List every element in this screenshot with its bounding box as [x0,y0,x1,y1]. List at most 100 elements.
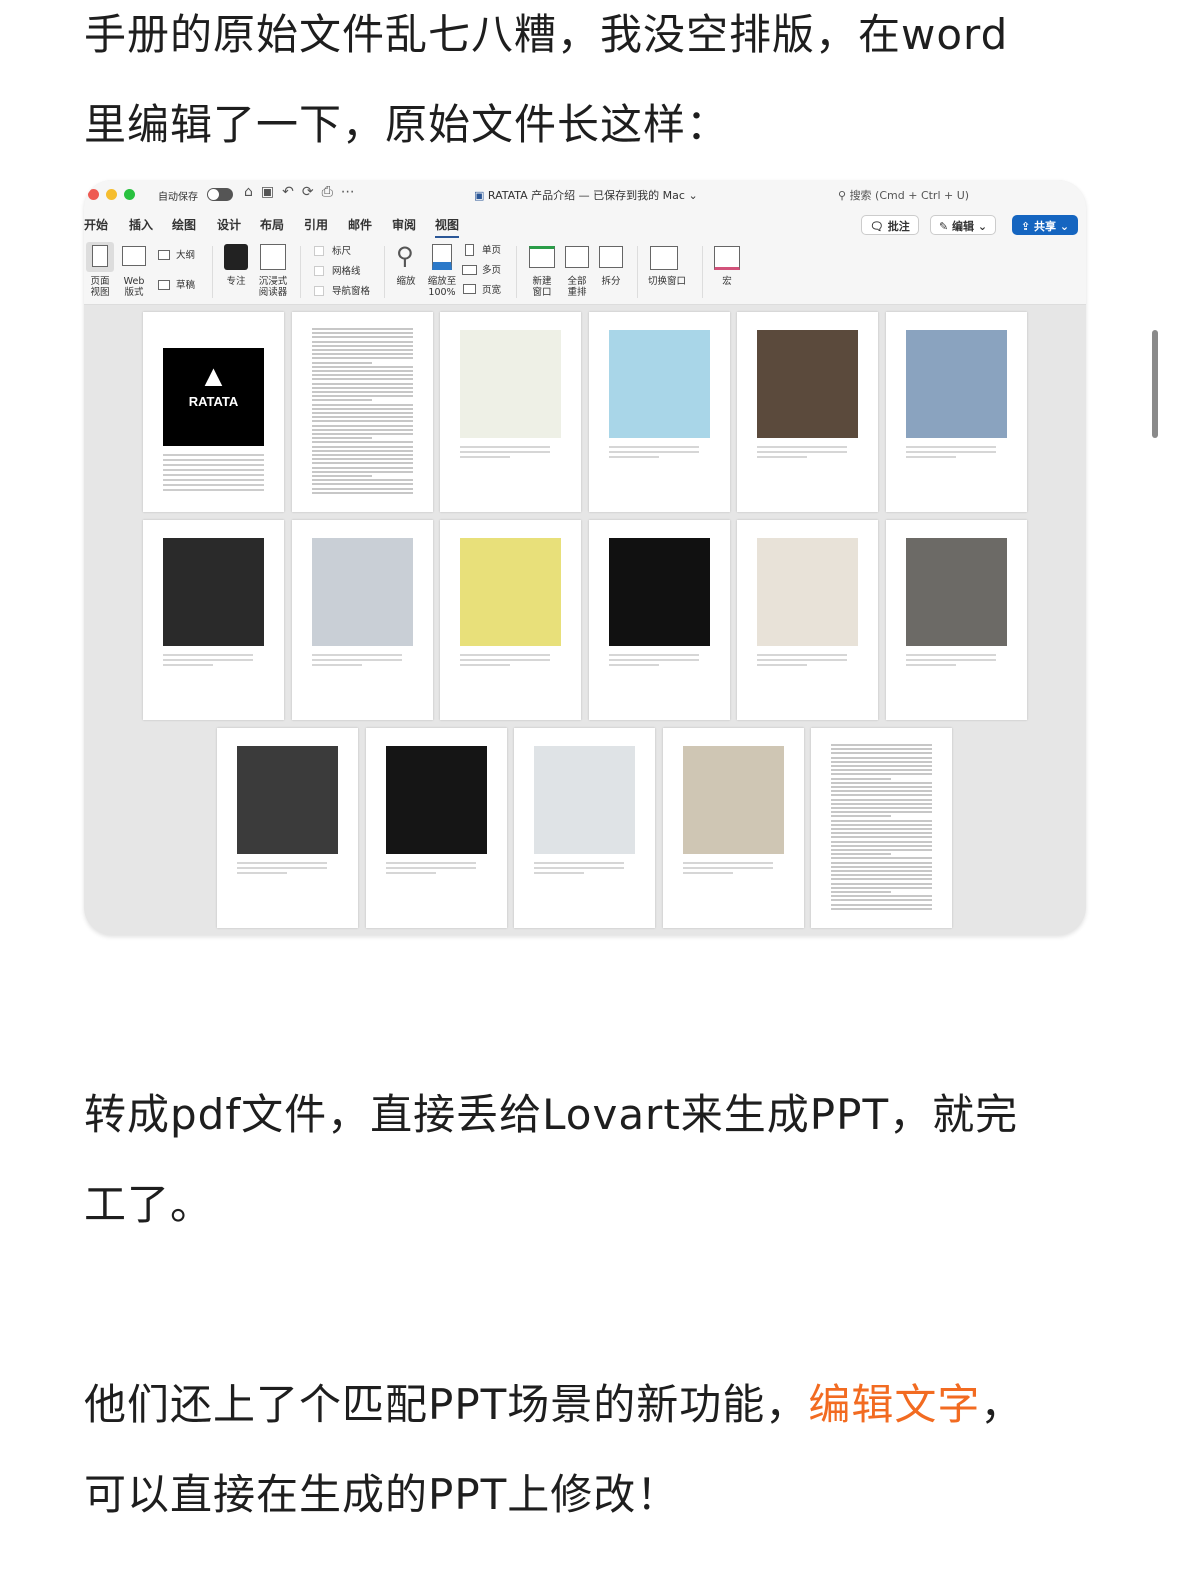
text-line [311,437,372,440]
share-icon: ⇪ [1021,220,1035,233]
document-page-thumbnail[interactable] [440,312,582,512]
document-page-thumbnail[interactable] [291,520,433,720]
draft-button[interactable]: 草稿 [176,280,195,291]
text-line [906,456,956,458]
switch-window-icon[interactable] [650,246,678,270]
document-page-thumbnail[interactable] [365,728,507,928]
text-line [831,773,933,776]
text-line [311,449,413,452]
text-line [608,654,699,656]
page-width-button[interactable]: 页宽 [482,285,501,296]
paragraph-3-text: 他们还上了个匹配PPT场景的新功能， [84,1380,809,1429]
multi-page-button[interactable]: 多页 [482,265,501,276]
tab-draw[interactable]: 绘图 [172,216,196,233]
text-line [311,659,402,661]
text-line [311,664,362,666]
tab-mailings[interactable]: 邮件 [348,216,372,233]
text-line [460,659,551,661]
text-line [831,781,933,784]
tab-references[interactable]: 引用 [304,216,328,233]
zoom-100-icon[interactable] [432,244,452,270]
text-line [460,451,551,453]
page-view-button[interactable] [86,242,114,272]
tab-layout[interactable]: 布局 [260,216,284,233]
quick-access-icons[interactable]: ⌂▣↶⟳⎙⋯ [244,184,363,200]
document-page-thumbnail[interactable] [440,520,582,720]
close-window-dot[interactable] [88,189,99,200]
search-box[interactable]: ⚲ 搜索 (Cmd + Ctrl + U) [834,184,1074,204]
text-line [608,446,699,448]
share-button[interactable]: ⇪ 共享 ⌄ [1012,215,1079,235]
maximize-window-dot[interactable] [124,189,135,200]
text-line [831,777,892,780]
new-window-icon[interactable] [529,246,555,268]
text-line [311,479,413,482]
document-page-thumbnail[interactable]: ▲ RATATA [143,312,284,512]
page-photo [906,538,1007,646]
zoom-icon[interactable]: ⚲ [396,242,414,270]
document-page-thumbnail[interactable] [886,312,1027,512]
edit-button[interactable]: ✎ 编辑 ⌄ [930,215,997,235]
text-line [237,867,327,869]
text-line [311,374,413,377]
arrange-all-label: 全部 重排 [567,276,587,298]
document-page-thumbnail[interactable] [811,728,953,928]
text-line [163,459,264,461]
document-page-thumbnail[interactable] [291,312,433,512]
text-line [831,823,933,826]
text-line [906,451,996,453]
word-toolbar: 自动保存 ⌂▣↶⟳⎙⋯ ▣ RATATA 产品介绍 — 已保存到我的 Mac ⌄… [84,180,1086,305]
text-line [163,464,264,466]
text-line [385,862,476,864]
document-page-thumbnail[interactable] [737,312,879,512]
zoom-label: 缩放 [396,276,416,287]
draft-icon [158,280,170,290]
autosave-toggle[interactable] [207,188,233,201]
document-page-thumbnail[interactable] [588,520,730,720]
text-line [682,862,773,864]
text-line [237,872,287,874]
scrollbar[interactable] [1152,330,1158,438]
text-line [831,798,933,801]
text-line [163,664,213,666]
autosave-label: 自动保存 [158,192,198,203]
document-page-thumbnail[interactable] [886,520,1027,720]
split-icon[interactable] [599,246,623,268]
document-page-thumbnail[interactable] [737,520,879,720]
ruler-checkbox[interactable] [314,246,324,256]
comment-button[interactable]: 🗨 批注 [861,215,919,235]
document-page-thumbnail[interactable] [143,520,284,720]
text-line [311,654,402,656]
nav-pane-checkbox[interactable] [314,286,324,296]
text-line [831,844,933,847]
text-line [906,664,956,666]
pencil-icon: ✎ [939,220,953,233]
tab-design[interactable]: 设计 [217,216,241,233]
text-line [311,382,413,385]
document-page-thumbnail[interactable] [514,728,656,928]
arrange-all-icon[interactable] [565,246,589,268]
minimize-window-dot[interactable] [106,189,117,200]
text-line [460,664,511,666]
text-line [831,903,933,906]
text-line [311,349,413,351]
text-line [831,828,933,830]
text-line [831,744,933,746]
document-page-thumbnail[interactable] [588,312,730,512]
gridlines-checkbox[interactable] [314,266,324,276]
document-page-thumbnail[interactable] [217,728,358,928]
tab-view[interactable]: 视图 [435,216,460,238]
tab-review[interactable]: 审阅 [392,216,416,233]
text-line [311,470,413,473]
zoom-100-label: 缩放至 100% [427,276,457,298]
one-page-button[interactable]: 单页 [482,245,501,256]
document-page-thumbnail[interactable] [662,728,804,928]
web-layout-icon[interactable] [122,246,146,266]
tab-insert[interactable]: 插入 [129,216,153,233]
immersive-reader-icon[interactable] [260,244,286,270]
outline-button[interactable]: 大纲 [176,250,195,261]
tab-home[interactable]: 开始 [84,216,108,233]
focus-icon[interactable] [224,244,248,270]
text-line [757,446,848,448]
macros-icon[interactable] [714,246,740,270]
